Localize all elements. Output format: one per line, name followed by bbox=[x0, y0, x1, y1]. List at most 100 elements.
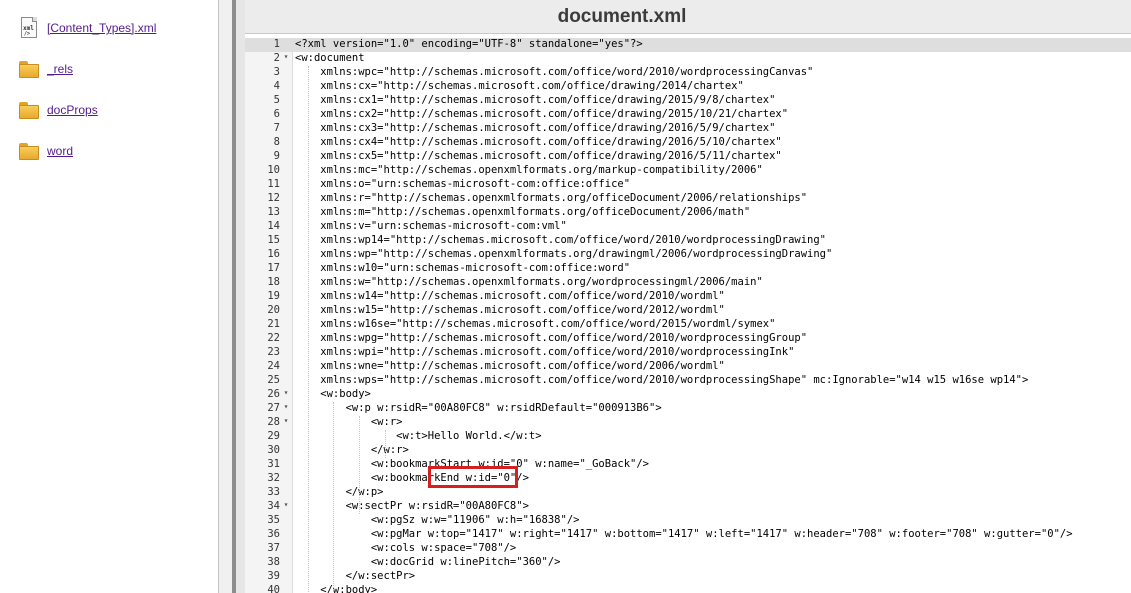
line-number: 22 bbox=[267, 332, 280, 344]
code-line[interactable]: 39 </w:sectPr> bbox=[245, 570, 1131, 584]
code-text: xmlns:cx3="http://schemas.microsoft.com/… bbox=[295, 122, 776, 134]
code-line[interactable]: 4 xmlns:cx="http://schemas.microsoft.com… bbox=[245, 80, 1131, 94]
line-number: 24 bbox=[267, 360, 280, 372]
code-line[interactable]: 8 xmlns:cx4="http://schemas.microsoft.co… bbox=[245, 136, 1131, 150]
tree-item-label[interactable]: docProps bbox=[47, 103, 98, 117]
code-line[interactable]: 6 xmlns:cx2="http://schemas.microsoft.co… bbox=[245, 108, 1131, 122]
code-text: xmlns:mc="http://schemas.openxmlformats.… bbox=[295, 164, 763, 176]
code-line[interactable]: 20 xmlns:w15="http://schemas.microsoft.c… bbox=[245, 304, 1131, 318]
code-line[interactable]: 32 <w:bookmarkEnd w:id="0"/> bbox=[245, 472, 1131, 486]
code-line[interactable]: 26 ▾ <w:body> bbox=[245, 388, 1131, 402]
code-line[interactable]: 3 xmlns:wpc="http://schemas.microsoft.co… bbox=[245, 66, 1131, 80]
code-line[interactable]: 37 <w:cols w:space="708"/> bbox=[245, 542, 1131, 556]
fold-arrow-icon[interactable]: ▾ bbox=[282, 500, 290, 509]
hello-world-highlight bbox=[428, 466, 518, 488]
code-text: <w:cols w:space="708"/> bbox=[295, 542, 517, 554]
file-title: document.xml bbox=[557, 5, 687, 27]
code-line[interactable]: 14 xmlns:v="urn:schemas-microsoft-com:vm… bbox=[245, 220, 1131, 234]
tree-item-label[interactable]: word bbox=[47, 144, 73, 158]
code-line[interactable]: 28 ▾ <w:r> bbox=[245, 416, 1131, 430]
tree-item-content-types[interactable]: xml /> [Content_Types].xml bbox=[18, 14, 156, 42]
code-line[interactable]: 33 </w:p> bbox=[245, 486, 1131, 500]
line-number: 37 bbox=[267, 542, 280, 554]
code-text: <w:r> bbox=[295, 416, 403, 428]
indent-guide bbox=[359, 416, 360, 514]
code-line[interactable]: 27 ▾ <w:p w:rsidR="00A80FC8" w:rsidRDefau… bbox=[245, 402, 1131, 416]
tree-item-word[interactable]: word bbox=[18, 137, 73, 165]
fold-arrow-icon[interactable]: ▾ bbox=[282, 388, 290, 397]
fold-arrow-icon[interactable]: ▾ bbox=[282, 52, 290, 61]
tree-item-label[interactable]: [Content_Types].xml bbox=[47, 21, 156, 35]
code-line[interactable]: 30 </w:r> bbox=[245, 444, 1131, 458]
line-number: 17 bbox=[267, 262, 280, 274]
line-number: 18 bbox=[267, 276, 280, 288]
line-number: 27 bbox=[267, 402, 280, 414]
code-line[interactable]: 19 xmlns:w14="http://schemas.microsoft.c… bbox=[245, 290, 1131, 304]
file-tree: xml /> [Content_Types].xml _rels docProp… bbox=[0, 0, 218, 593]
line-number: 8 bbox=[273, 136, 280, 148]
line-number: 16 bbox=[267, 248, 280, 260]
code-line[interactable]: 36 <w:pgMar w:top="1417" w:right="1417" … bbox=[245, 528, 1131, 542]
code-line[interactable]: 38 <w:docGrid w:linePitch="360"/> bbox=[245, 556, 1131, 570]
code-text: <w:p w:rsidR="00A80FC8" w:rsidRDefault="… bbox=[295, 402, 662, 414]
line-number: 25 bbox=[267, 374, 280, 386]
code-line[interactable]: 18 xmlns:w="http://schemas.openxmlformat… bbox=[245, 276, 1131, 290]
code-line[interactable]: 1 <?xml version="1.0" encoding="UTF-8" st… bbox=[245, 38, 1131, 52]
fold-arrow-icon[interactable]: ▾ bbox=[282, 402, 290, 411]
code-editor[interactable]: 1 <?xml version="1.0" encoding="UTF-8" st… bbox=[245, 38, 1131, 593]
code-line[interactable]: 22 xmlns:wpg="http://schemas.microsoft.c… bbox=[245, 332, 1131, 346]
code-line[interactable]: 34 ▾ <w:sectPr w:rsidR="00A80FC8"> bbox=[245, 500, 1131, 514]
line-number: 11 bbox=[267, 178, 280, 190]
line-number: 12 bbox=[267, 192, 280, 204]
code-line[interactable]: 10 xmlns:mc="http://schemas.openxmlforma… bbox=[245, 164, 1131, 178]
line-number: 7 bbox=[273, 122, 280, 134]
code-line[interactable]: 23 xmlns:wpi="http://schemas.microsoft.c… bbox=[245, 346, 1131, 360]
code-text: xmlns:cx2="http://schemas.microsoft.com/… bbox=[295, 108, 789, 120]
code-line[interactable]: 25 xmlns:wps="http://schemas.microsoft.c… bbox=[245, 374, 1131, 388]
code-text: xmlns:wpi="http://schemas.microsoft.com/… bbox=[295, 346, 795, 358]
code-text: xmlns:wps="http://schemas.microsoft.com/… bbox=[295, 374, 1029, 386]
line-number: 33 bbox=[267, 486, 280, 498]
line-number: 3 bbox=[273, 66, 280, 78]
code-line[interactable]: 2 ▾ <w:document bbox=[245, 52, 1131, 66]
code-line[interactable]: 31 <w:bookmarkStart w:id="0" w:name="_Go… bbox=[245, 458, 1131, 472]
code-line[interactable]: 15 xmlns:wp14="http://schemas.microsoft.… bbox=[245, 234, 1131, 248]
code-line[interactable]: 9 xmlns:cx5="http://schemas.microsoft.co… bbox=[245, 150, 1131, 164]
code-text: xmlns:wp14="http://schemas.microsoft.com… bbox=[295, 234, 827, 246]
folder-icon bbox=[18, 98, 40, 122]
code-line[interactable]: 16 xmlns:wp="http://schemas.openxmlforma… bbox=[245, 248, 1131, 262]
line-number: 6 bbox=[273, 108, 280, 120]
code-lines: 1 <?xml version="1.0" encoding="UTF-8" st… bbox=[245, 38, 1131, 593]
fold-arrow-icon[interactable]: ▾ bbox=[282, 416, 290, 425]
code-text: xmlns:w16se="http://schemas.microsoft.co… bbox=[295, 318, 776, 330]
pane-splitter[interactable] bbox=[218, 0, 232, 593]
code-line[interactable]: 21 xmlns:w16se="http://schemas.microsoft… bbox=[245, 318, 1131, 332]
code-line[interactable]: 12 xmlns:r="http://schemas.openxmlformat… bbox=[245, 192, 1131, 206]
code-line[interactable]: 40 </w:body> bbox=[245, 584, 1131, 593]
code-line[interactable]: 7 xmlns:cx3="http://schemas.microsoft.co… bbox=[245, 122, 1131, 136]
code-text: <w:pgSz w:w="11906" w:h="16838"/> bbox=[295, 514, 580, 526]
code-line[interactable]: 35 <w:pgSz w:w="11906" w:h="16838"/> bbox=[245, 514, 1131, 528]
code-line[interactable]: 5 xmlns:cx1="http://schemas.microsoft.co… bbox=[245, 94, 1131, 108]
code-text: xmlns:w15="http://schemas.microsoft.com/… bbox=[295, 304, 725, 316]
tree-item-label[interactable]: _rels bbox=[47, 62, 73, 76]
tree-item-docprops[interactable]: docProps bbox=[18, 96, 98, 124]
code-text: xmlns:cx5="http://schemas.microsoft.com/… bbox=[295, 150, 782, 162]
line-number: 9 bbox=[273, 150, 280, 162]
line-number: 10 bbox=[267, 164, 280, 176]
code-text: xmlns:cx4="http://schemas.microsoft.com/… bbox=[295, 136, 782, 148]
line-number: 28 bbox=[267, 416, 280, 428]
code-line[interactable]: 17 xmlns:w10="urn:schemas-microsoft-com:… bbox=[245, 262, 1131, 276]
line-number: 30 bbox=[267, 444, 280, 456]
code-line[interactable]: 13 xmlns:m="http://schemas.openxmlformat… bbox=[245, 206, 1131, 220]
code-line[interactable]: 24 xmlns:wne="http://schemas.microsoft.c… bbox=[245, 360, 1131, 374]
indent-guide bbox=[307, 66, 309, 593]
code-text: xmlns:wp="http://schemas.openxmlformats.… bbox=[295, 248, 833, 260]
code-line[interactable]: 11 xmlns:o="urn:schemas-microsoft-com:of… bbox=[245, 178, 1131, 192]
code-text: <w:document bbox=[295, 52, 365, 64]
line-number: 20 bbox=[267, 304, 280, 316]
indent-guide bbox=[384, 430, 386, 458]
code-text: xmlns:wpg="http://schemas.microsoft.com/… bbox=[295, 332, 808, 344]
code-line[interactable]: 29 <w:t>Hello World.</w:t> bbox=[245, 430, 1131, 444]
tree-item-rels[interactable]: _rels bbox=[18, 55, 73, 83]
